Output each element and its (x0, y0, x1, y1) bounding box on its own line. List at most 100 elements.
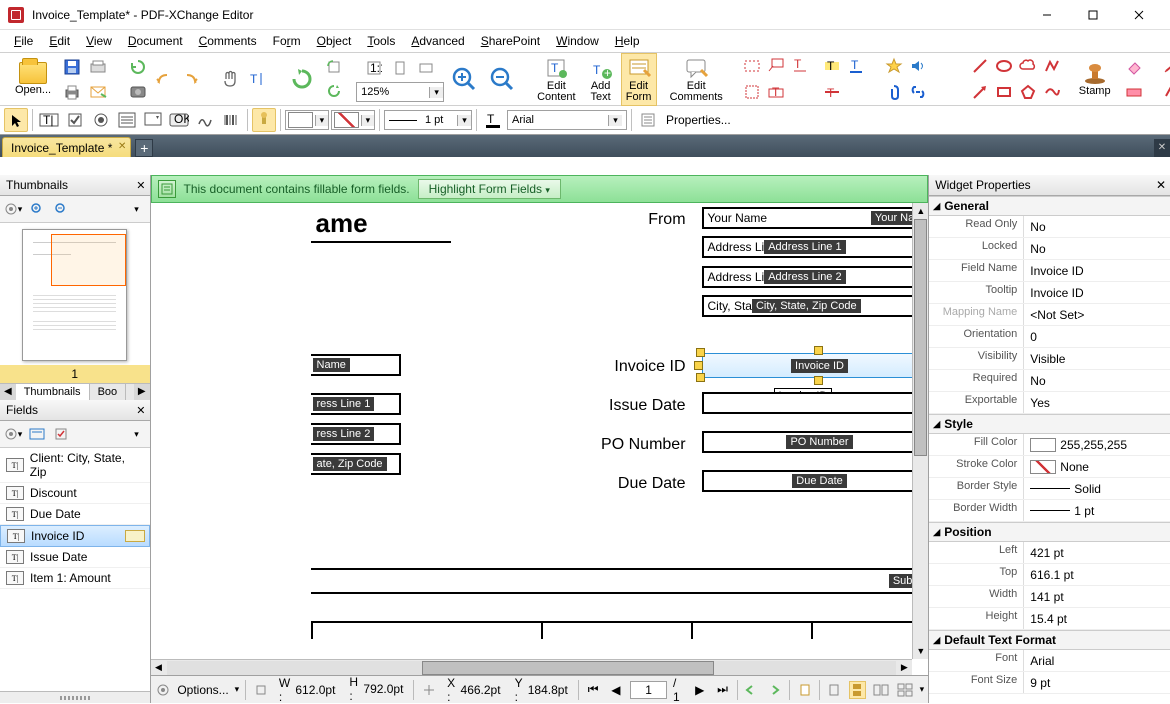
distance-tool[interactable] (1160, 54, 1170, 78)
star-favourite-icon[interactable] (882, 54, 906, 78)
rotate-cw-button[interactable] (322, 79, 346, 103)
prop-row[interactable]: Fill Color255,255,255 (929, 434, 1170, 456)
subject-field[interactable]: Subject (311, 568, 929, 594)
continuous-view[interactable] (849, 681, 866, 699)
arrow-cursor-tool[interactable] (4, 108, 28, 132)
bookmarks-tab[interactable]: Boo (90, 384, 127, 400)
field-item[interactable]: T|Item 1: Amount (0, 568, 150, 589)
fit-page-button[interactable] (388, 56, 412, 80)
zoom-out-button[interactable] (484, 61, 520, 97)
client-addr1-field[interactable]: ress Line 1 (311, 393, 401, 415)
dropdown-tool[interactable] (141, 108, 165, 132)
line-weight-select[interactable]: ▾ (384, 110, 472, 130)
prop-row[interactable]: LockedNo (929, 238, 1170, 260)
properties-icon[interactable] (636, 108, 660, 132)
zoom-select[interactable]: ▾ (356, 82, 444, 102)
tab-close-all[interactable]: ✕ (1154, 139, 1170, 157)
fields-options-icon[interactable]: ▾ (2, 423, 24, 445)
page-number-input[interactable]: 1 (630, 681, 667, 699)
resize-handle[interactable] (814, 376, 823, 385)
edit-comments-button[interactable]: Edit Comments (665, 53, 728, 106)
email-button[interactable] (86, 80, 110, 104)
two-page-view[interactable] (872, 681, 890, 699)
menu-object[interactable]: Object (309, 32, 360, 50)
history-button[interactable] (126, 55, 150, 79)
snapshot-button[interactable] (126, 79, 150, 103)
prop-row[interactable]: Font Size9 pt (929, 672, 1170, 694)
menu-help[interactable]: Help (607, 32, 648, 50)
strikeout-tool[interactable]: T (820, 80, 844, 104)
add-tab-button[interactable]: + (135, 139, 153, 157)
font-color-button[interactable]: T (481, 108, 505, 132)
prop-row[interactable]: Mapping Name<Not Set> (929, 304, 1170, 326)
hand-tool-button[interactable] (218, 67, 242, 91)
tab-scroll-left[interactable]: ◀ (0, 384, 16, 400)
prop-section[interactable]: ◢General (929, 196, 1170, 216)
prop-section[interactable]: ◢Style (929, 414, 1170, 434)
menu-document[interactable]: Document (120, 32, 191, 50)
button-tool[interactable]: OK (167, 108, 191, 132)
field-item[interactable]: T|Discount (0, 483, 150, 504)
stamp-button[interactable]: Stamp (1074, 58, 1116, 100)
close-button[interactable] (1116, 0, 1162, 30)
address2-field[interactable]: Address LiAddress Line 2 (702, 266, 929, 288)
edit-form-button[interactable]: Edit Form (621, 53, 657, 106)
prop-row[interactable]: Top616.1 pt (929, 564, 1170, 586)
fields-menu-icon[interactable]: ▾ (126, 423, 148, 445)
highlight-fields-button[interactable]: Highlight Form Fields ▾ (418, 179, 561, 199)
prop-row[interactable]: RequiredNo (929, 370, 1170, 392)
highlight-tool[interactable]: T (820, 54, 844, 78)
due-date-field[interactable]: Due Date (702, 470, 929, 492)
page-canvas[interactable]: ame From Your NameYour Name Address LiAd… (151, 203, 929, 675)
prop-row[interactable]: Field NameInvoice ID (929, 260, 1170, 282)
prop-section[interactable]: ◢Position (929, 522, 1170, 542)
first-page-button[interactable]: ⏮ (585, 681, 602, 699)
page-thumbnail[interactable] (22, 229, 127, 361)
view-menu-dropdown[interactable]: ▾ (920, 684, 925, 695)
barcode-tool[interactable] (219, 108, 243, 132)
two-page-continuous[interactable] (896, 681, 914, 699)
city-field[interactable]: City, StaCity, State, Zip Code (702, 295, 929, 317)
menu-file[interactable]: File (6, 32, 41, 50)
resize-handle[interactable] (696, 373, 705, 382)
next-page-button[interactable]: ▶ (691, 681, 708, 699)
sound-tool[interactable] (906, 54, 930, 78)
your-name-field[interactable]: Your NameYour Name (702, 207, 929, 229)
callout-tool[interactable] (764, 54, 788, 78)
text-box-tool[interactable] (740, 54, 764, 78)
polygon-tool[interactable] (1016, 80, 1040, 104)
prop-row[interactable]: TooltipInvoice ID (929, 282, 1170, 304)
maximize-button[interactable] (1070, 0, 1116, 30)
prop-row[interactable]: Border StyleSolid (929, 478, 1170, 500)
crop-icon[interactable] (252, 681, 269, 699)
resize-handle[interactable] (694, 361, 703, 370)
oval-tool[interactable] (992, 54, 1016, 78)
attach-tool[interactable] (882, 80, 906, 104)
menu-window[interactable]: Window (548, 32, 607, 50)
open-button[interactable]: Open... (8, 59, 58, 99)
statusbar-options[interactable]: Options... (177, 683, 228, 697)
prop-row[interactable]: Width141 pt (929, 586, 1170, 608)
client-city-field[interactable]: ate, Zip Code (311, 453, 401, 475)
prop-row[interactable]: VisibilityVisible (929, 348, 1170, 370)
client-name-field[interactable]: Name (311, 354, 401, 376)
field-item[interactable]: T|Client: City, State, Zip (0, 448, 150, 483)
field-item[interactable]: T|Due Date (0, 504, 150, 525)
print-button[interactable] (60, 80, 84, 104)
text-field-tool[interactable]: T| (37, 108, 61, 132)
undo-button[interactable] (152, 67, 176, 91)
arrow-tool[interactable] (968, 80, 992, 104)
prop-row[interactable]: Stroke ColorNone (929, 456, 1170, 478)
minimize-button[interactable] (1024, 0, 1070, 30)
thumb-options-icon[interactable]: ▾ (2, 198, 24, 220)
listbox-tool[interactable] (115, 108, 139, 132)
redo-button[interactable] (178, 67, 202, 91)
issue-date-field[interactable] (702, 392, 929, 414)
vertical-scrollbar[interactable]: ▲ ▼ (912, 203, 928, 659)
close-icon[interactable]: ✕ (136, 179, 145, 192)
line-tool[interactable] (968, 54, 992, 78)
add-text-button[interactable]: T+ Add Text (583, 53, 619, 106)
rotate-ccw-button[interactable] (284, 61, 320, 97)
perimeter-tool[interactable] (1160, 80, 1170, 104)
actual-size-button[interactable]: 1:1 (362, 56, 386, 80)
